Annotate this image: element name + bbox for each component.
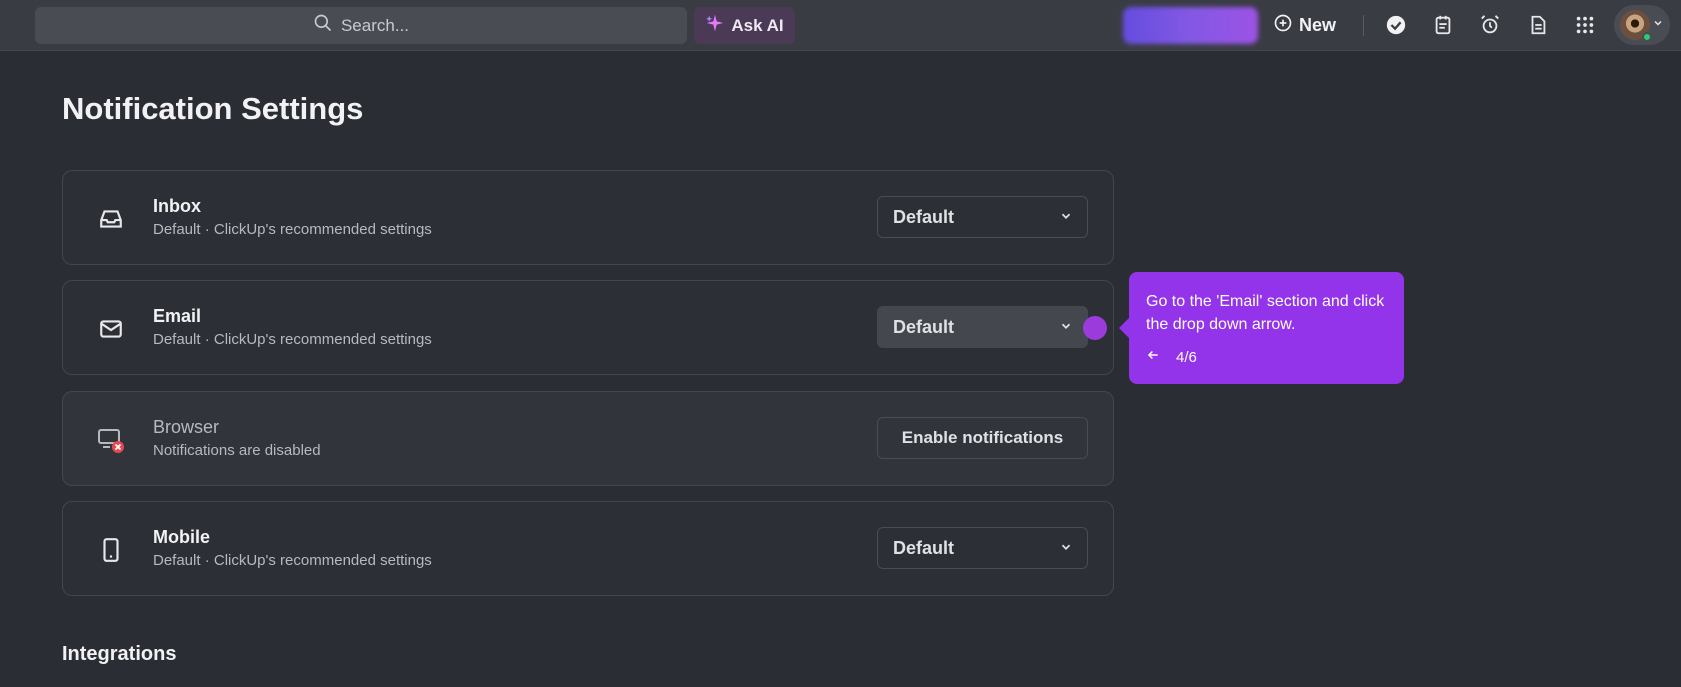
- back-arrow-icon[interactable]: [1146, 346, 1160, 369]
- inbox-title: Inbox: [153, 196, 201, 216]
- email-title: Email: [153, 306, 202, 326]
- upgrade-button[interactable]: [1123, 7, 1258, 44]
- notepad-icon[interactable]: [1431, 13, 1455, 37]
- monitor-disabled-icon: [98, 427, 124, 453]
- browser-subtitle: Notifications are disabled: [153, 442, 321, 459]
- inbox-dropdown[interactable]: Default: [877, 196, 1088, 238]
- page-title: Notification Settings: [62, 91, 364, 126]
- email-setting-card: Email Default · ClickUp's recommended se…: [62, 280, 1114, 375]
- guide-tooltip: Go to the 'Email' section and click the …: [1119, 272, 1404, 384]
- search-input[interactable]: Search...: [35, 7, 687, 44]
- mobile-dropdown[interactable]: Default: [877, 527, 1088, 569]
- mobile-setting-card: Mobile Default · ClickUp's recommended s…: [62, 501, 1114, 596]
- ask-ai-label: Ask AI: [731, 15, 784, 35]
- chevron-down-icon: [1059, 538, 1073, 559]
- guide-step-counter: 4/6: [1176, 349, 1197, 366]
- chevron-down-icon: [1059, 207, 1073, 228]
- inbox-dropdown-value: Default: [893, 206, 955, 227]
- chevron-down-icon[interactable]: [1059, 317, 1073, 338]
- integrations-section-title: Integrations: [62, 643, 177, 665]
- guide-tooltip-nav: 4/6: [1146, 346, 1387, 369]
- inbox-setting-card: Inbox Default · ClickUp's recommended se…: [62, 170, 1114, 265]
- mobile-title: Mobile: [153, 527, 210, 547]
- chevron-down-icon: [1652, 16, 1664, 34]
- check-circle-icon[interactable]: [1384, 13, 1408, 37]
- document-icon[interactable]: [1526, 13, 1550, 37]
- plus-circle-icon: [1273, 13, 1293, 38]
- mobile-dropdown-value: Default: [893, 537, 955, 558]
- browser-setting-card: Browser Notifications are disabled Enabl…: [62, 391, 1114, 486]
- avatar: [1620, 10, 1652, 42]
- mobile-subtitle: Default · ClickUp's recommended settings: [153, 552, 432, 569]
- new-label: New: [1299, 15, 1337, 35]
- guide-beacon[interactable]: [1083, 316, 1107, 340]
- inbox-tray-icon: [98, 206, 124, 232]
- toolbar-divider: [1363, 15, 1364, 36]
- enable-notifications-button[interactable]: Enable notifications: [877, 417, 1088, 459]
- ask-ai-button[interactable]: Ask AI: [694, 7, 795, 44]
- new-button[interactable]: New: [1273, 7, 1345, 44]
- search-icon: [313, 13, 333, 38]
- guide-tooltip-text: Go to the 'Email' section and click the …: [1146, 293, 1385, 333]
- email-dropdown[interactable]: Default: [877, 306, 1088, 348]
- email-dropdown-value: Default: [893, 316, 955, 337]
- inbox-subtitle: Default · ClickUp's recommended settings: [153, 221, 432, 238]
- browser-title: Browser: [153, 417, 220, 437]
- user-avatar-menu[interactable]: [1614, 5, 1670, 45]
- email-subtitle: Default · ClickUp's recommended settings: [153, 331, 432, 348]
- alarm-clock-icon[interactable]: [1478, 13, 1502, 37]
- search-placeholder: Search...: [340, 15, 410, 35]
- online-status-dot: [1642, 32, 1652, 42]
- sparkle-icon: [705, 13, 725, 38]
- mobile-phone-icon: [98, 537, 124, 563]
- top-bar: Search... Ask AI New: [0, 0, 1681, 51]
- envelope-icon: [98, 316, 124, 342]
- apps-grid-icon[interactable]: [1573, 13, 1597, 37]
